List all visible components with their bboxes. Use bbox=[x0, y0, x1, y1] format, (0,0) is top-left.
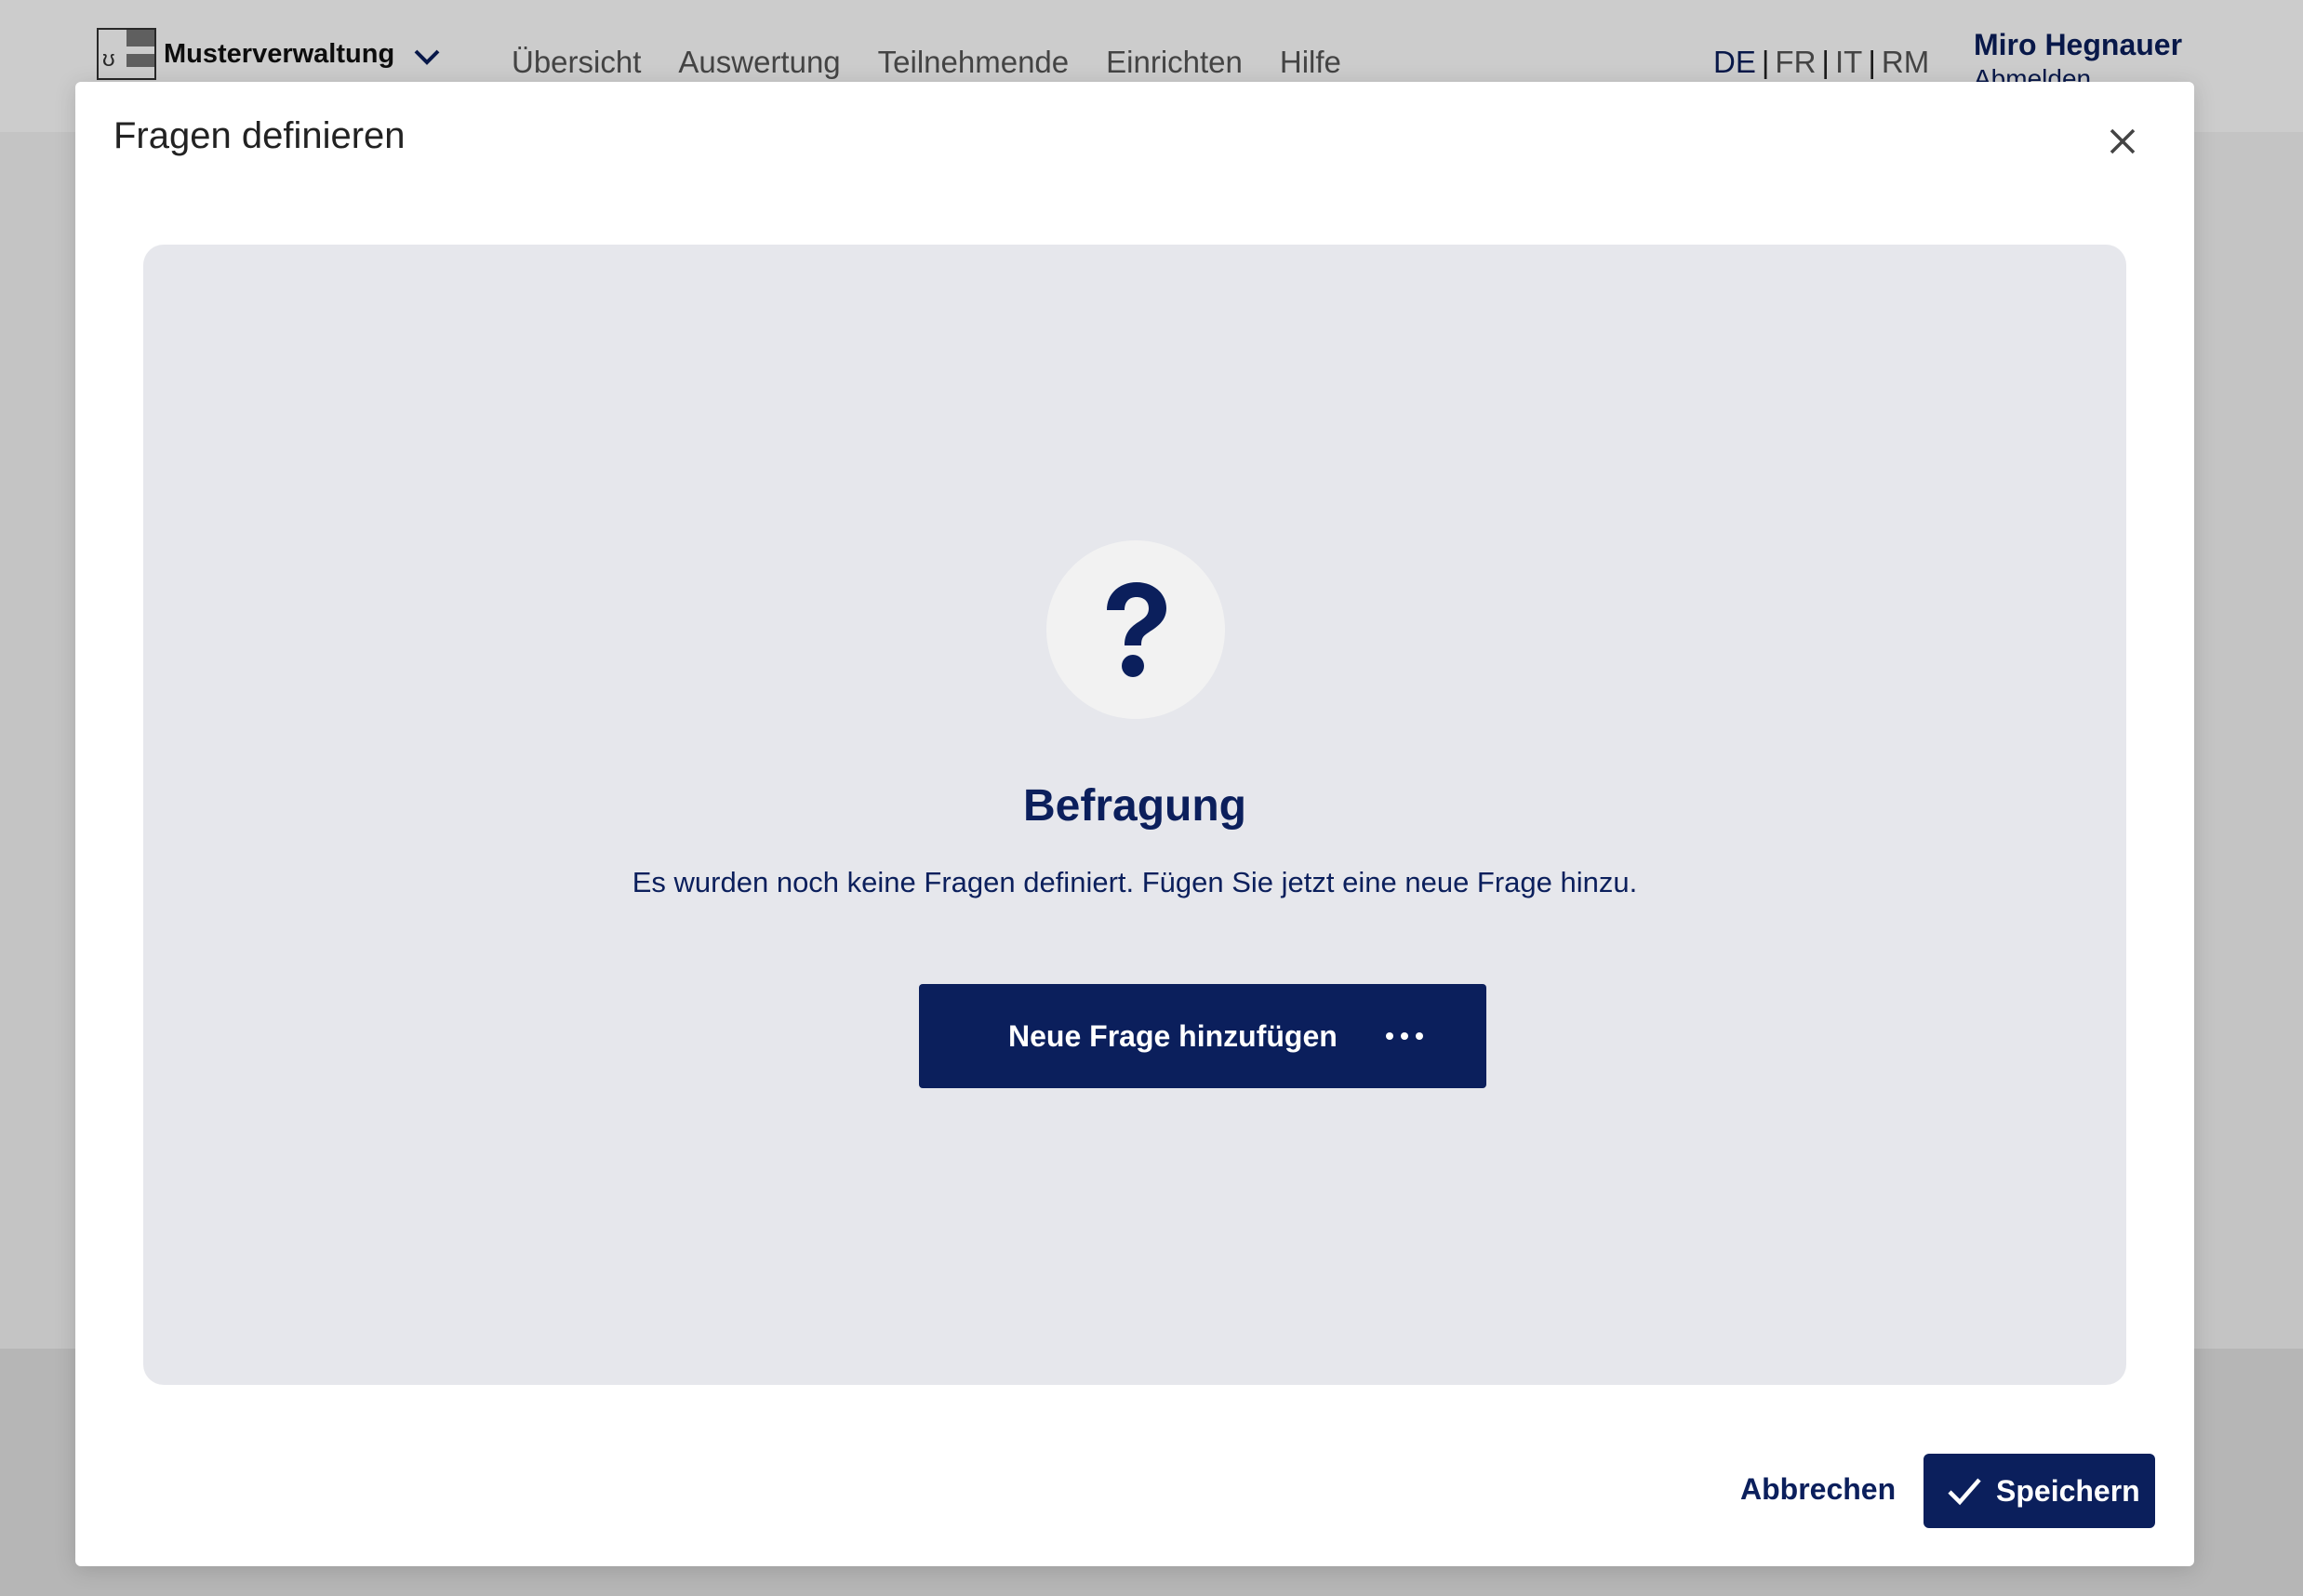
empty-state-icon-circle bbox=[1046, 540, 1225, 719]
more-options-icon[interactable] bbox=[1384, 1025, 1425, 1047]
empty-state-description: Es wurden noch keine Fragen definiert. F… bbox=[632, 866, 1638, 898]
cancel-button[interactable]: Abbrechen bbox=[1740, 1454, 1896, 1524]
close-icon bbox=[2110, 128, 2136, 154]
save-button[interactable]: Speichern bbox=[1924, 1454, 2155, 1528]
dialog-title: Fragen definieren bbox=[113, 115, 406, 156]
empty-state-title: Befragung bbox=[1023, 781, 1246, 831]
add-question-label: Neue Frage hinzufügen bbox=[1008, 1019, 1338, 1053]
question-mark-icon bbox=[1107, 582, 1166, 677]
save-label: Speichern bbox=[1996, 1473, 2140, 1508]
close-button[interactable] bbox=[2098, 117, 2147, 166]
define-questions-dialog: Fragen definieren Befragung Es wurden no… bbox=[75, 82, 2194, 1566]
checkmark-icon bbox=[1948, 1478, 1981, 1506]
add-question-button[interactable]: Neue Frage hinzufügen bbox=[919, 984, 1486, 1088]
empty-state-panel: Befragung Es wurden noch keine Fragen de… bbox=[143, 245, 2126, 1385]
